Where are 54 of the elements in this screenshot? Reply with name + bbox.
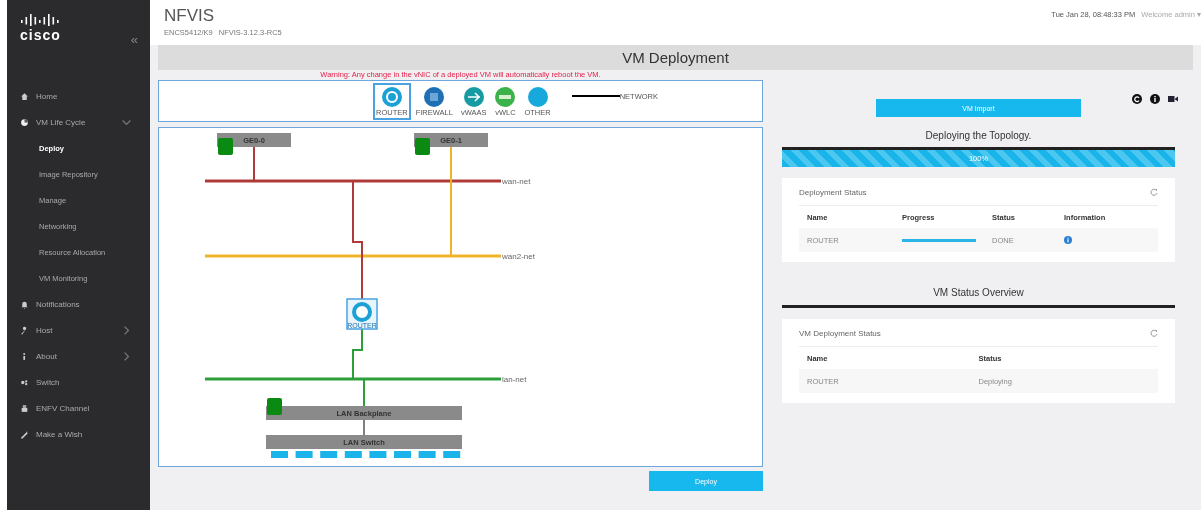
nav-icon — [20, 377, 29, 387]
card-title: Deployment Status — [799, 188, 867, 197]
switch-port[interactable] — [344, 451, 362, 458]
node-icon — [423, 85, 446, 108]
nav-item[interactable]: Notifications — [7, 291, 150, 317]
bars-icon — [20, 14, 60, 26]
switch-port[interactable] — [271, 451, 288, 458]
nav-icon — [20, 403, 29, 413]
nav-item[interactable]: Host — [7, 317, 150, 343]
link-line — [363, 419, 365, 436]
nav-icon — [20, 429, 29, 439]
nav-item[interactable]: Make a Wish — [7, 421, 150, 447]
network-line[interactable] — [205, 254, 501, 258]
network-line[interactable] — [205, 377, 501, 381]
network-line-icon — [571, 95, 620, 97]
video-icon[interactable] — [1168, 94, 1178, 104]
nav-item[interactable]: ENFV Channel — [7, 395, 150, 421]
switch-port[interactable] — [443, 451, 461, 458]
switch-port[interactable] — [394, 451, 411, 458]
refresh-icon[interactable] — [1132, 94, 1142, 104]
logo-text: cisco — [20, 27, 61, 43]
node-icon — [494, 85, 517, 108]
switch-port[interactable] — [369, 451, 387, 458]
nav-icon — [20, 325, 29, 335]
switch-node[interactable] — [266, 435, 462, 449]
node-icon — [526, 85, 549, 108]
nav-item[interactable]: Switch — [7, 369, 150, 395]
link-line — [253, 146, 255, 182]
network-label: lan-net — [502, 375, 527, 384]
page-title: VM Deployment — [158, 45, 1193, 70]
nav-item[interactable]: About — [7, 343, 150, 369]
nav-icon — [20, 299, 29, 309]
section-title: VM Status Overview — [782, 287, 1175, 308]
nav-icon — [20, 91, 29, 101]
switch-port[interactable] — [418, 451, 436, 458]
network-line[interactable] — [205, 179, 501, 183]
network-label: wan2-net — [502, 252, 535, 261]
card-title: VM Deployment Status — [799, 329, 881, 338]
info-icon[interactable] — [1150, 94, 1160, 104]
switch-port[interactable] — [295, 451, 313, 458]
nav-item[interactable]: VM Life Cycle — [7, 109, 150, 135]
status-badge — [415, 138, 430, 155]
status-badge — [218, 138, 233, 155]
node-icon — [462, 85, 485, 108]
backplane-node[interactable] — [266, 406, 462, 420]
node-icon — [380, 85, 403, 108]
nav-icon — [20, 117, 29, 127]
collapse-button[interactable]: « — [130, 32, 138, 47]
nav-item[interactable]: Home — [7, 83, 150, 109]
network-label: wan-net — [502, 177, 531, 186]
switch-port[interactable] — [320, 451, 338, 458]
app-title: NFVIS — [164, 6, 216, 26]
status-badge — [267, 398, 282, 415]
deploy-status-title: Deploying the Topology. — [924, 130, 1033, 141]
